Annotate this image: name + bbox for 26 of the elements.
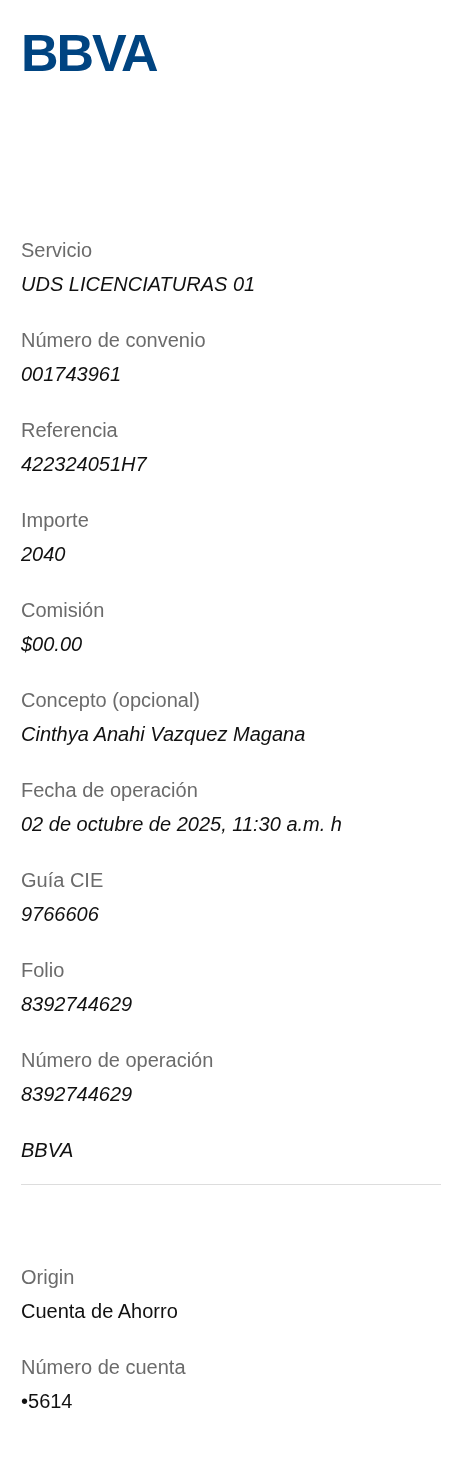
field-value: •5614 [21, 1389, 74, 1414]
field-value: 8392744629 [21, 1082, 134, 1107]
field-label: Importe [21, 508, 90, 533]
bank-name: BBVA [21, 1138, 75, 1163]
field-value: 02 de octubre de 2025, 11:30 a.m. h [21, 812, 343, 837]
field-value: UDS LICENCIATURAS 01 [21, 272, 257, 297]
field-label: Comisión [21, 598, 106, 623]
field-value: Cuenta de Ahorro [21, 1299, 179, 1324]
field-label: Folio [21, 958, 66, 983]
bank-logo: BBVA [21, 28, 157, 78]
field-value: 422324051H7 [21, 452, 148, 477]
field-value: 9766606 [21, 902, 100, 927]
field-value: 8392744629 [21, 992, 134, 1017]
field-value: Cinthya Anahi Vazquez Magana [21, 722, 307, 747]
field-label: Número de operación [21, 1048, 215, 1073]
field-value: 2040 [21, 542, 67, 567]
field-value: 001743961 [21, 362, 123, 387]
field-label: Fecha de operación [21, 778, 199, 803]
field-label: Guía CIE [21, 868, 105, 893]
field-label: Número de convenio [21, 328, 207, 353]
field-label: Número de cuenta [21, 1355, 187, 1380]
field-label: Servicio [21, 238, 94, 263]
field-value: $00.00 [21, 632, 84, 657]
field-label: Concepto (opcional) [21, 688, 201, 713]
field-label: Origin [21, 1265, 76, 1290]
field-label: Referencia [21, 418, 119, 443]
